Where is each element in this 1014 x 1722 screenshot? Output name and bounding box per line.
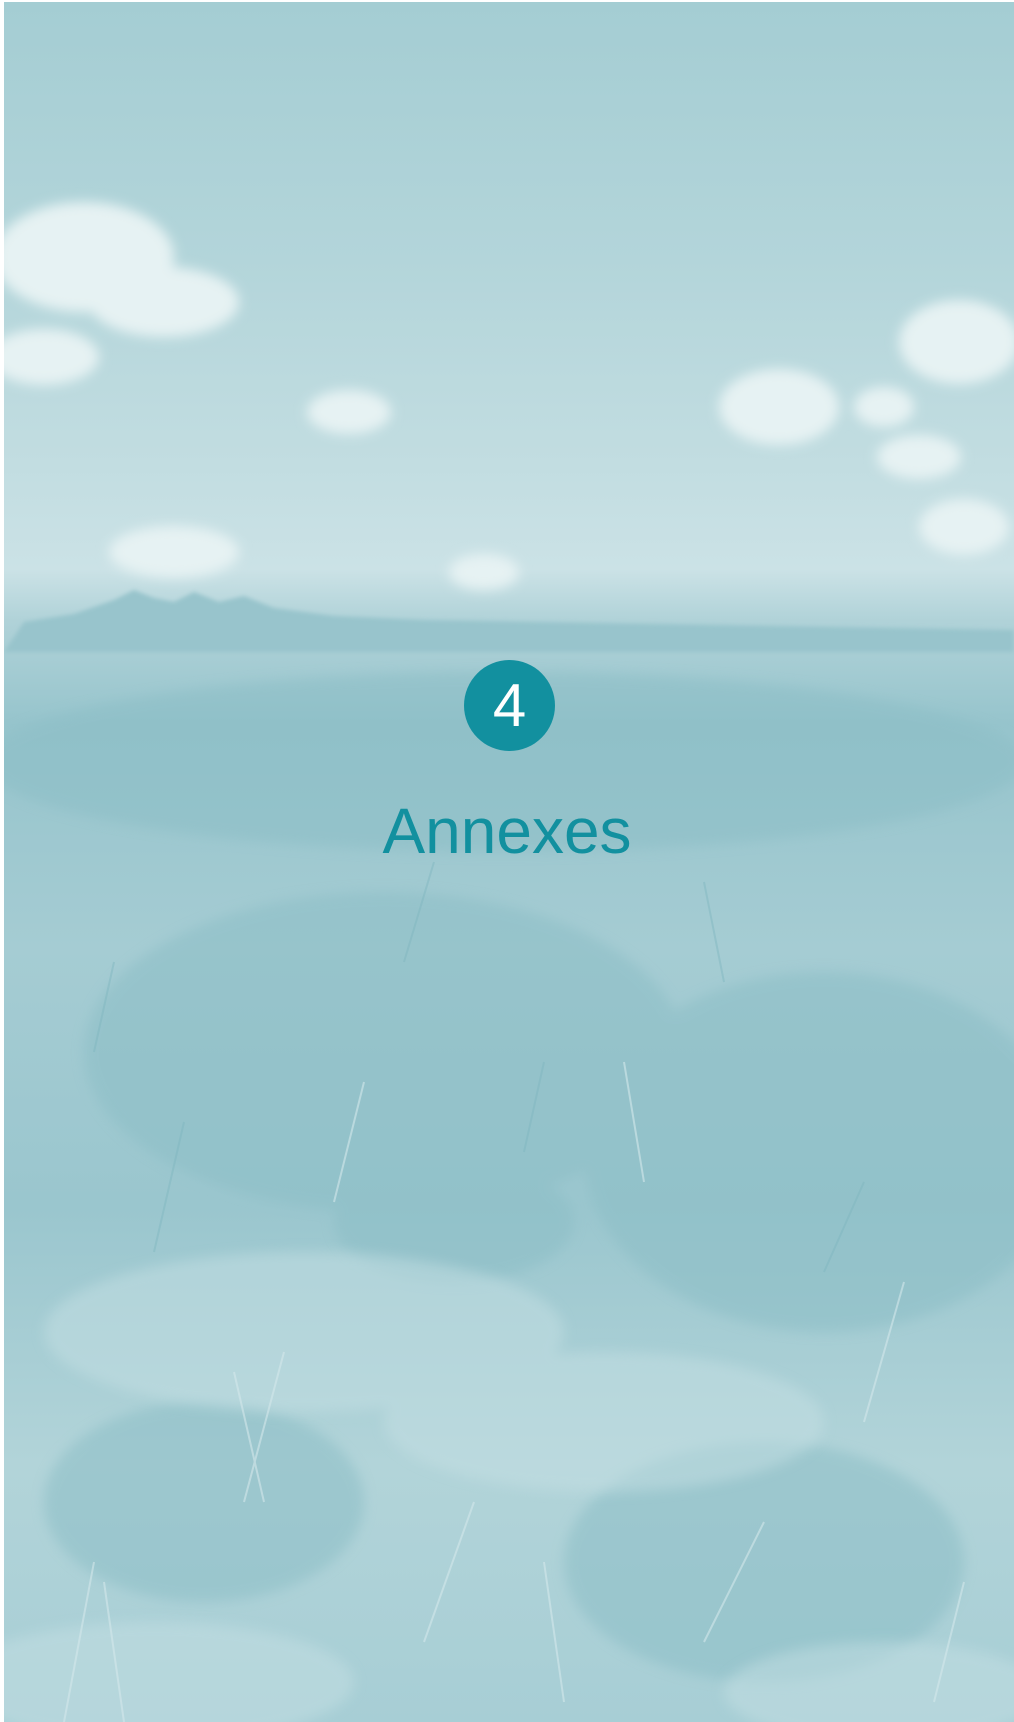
- distant-hills: [4, 590, 1014, 652]
- chapter-title: Annexes: [382, 795, 632, 867]
- chapter-number-badge: 4: [464, 660, 555, 751]
- chapter-divider-page: 4 Annexes: [0, 0, 1014, 1722]
- clouds: [4, 202, 1014, 590]
